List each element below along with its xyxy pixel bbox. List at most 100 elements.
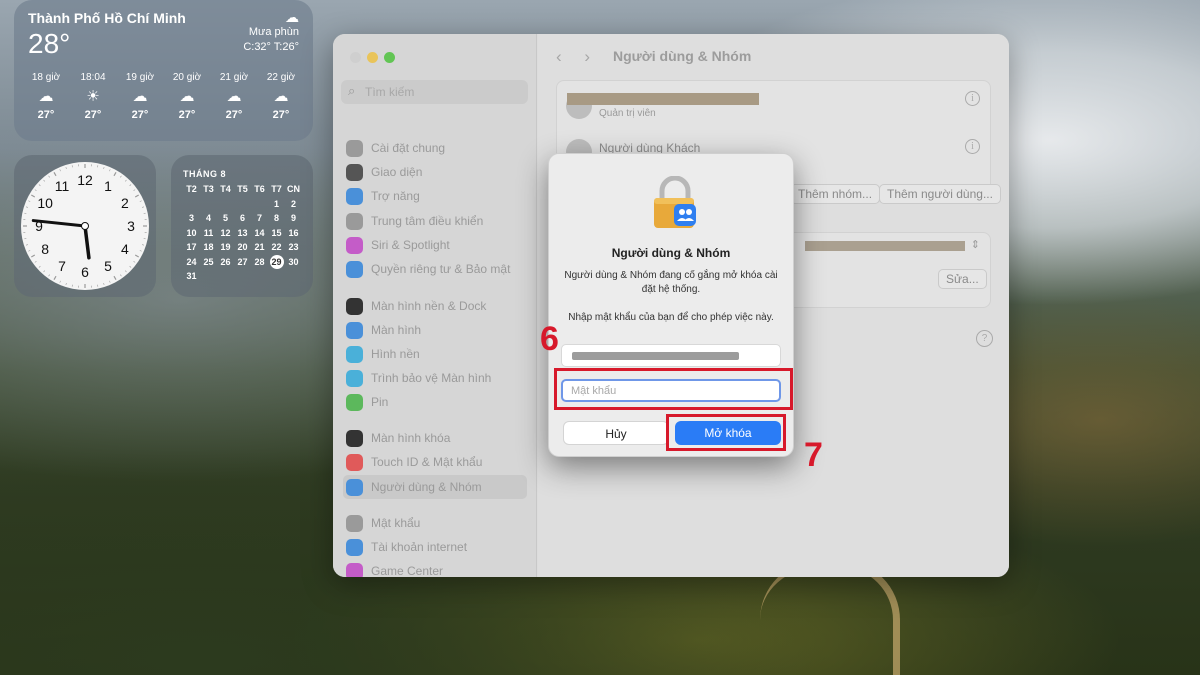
hour-temp: 27° — [131, 109, 149, 121]
calendar-day: 28 — [254, 256, 265, 267]
calendar-day: 20 — [237, 242, 248, 253]
weekday-label: CN — [287, 184, 300, 195]
calendar-day — [217, 197, 234, 212]
clock-number: 6 — [81, 264, 89, 280]
calendar-day: 26 — [220, 256, 231, 267]
clock-widget[interactable]: 12 1 2 3 4 5 6 7 8 9 10 11 — [14, 155, 156, 297]
sidebar-item[interactable]: Quyền riêng tư & Bảo mật — [343, 257, 527, 281]
calendar-day: 15 — [271, 227, 282, 238]
info-icon[interactable]: i — [965, 139, 980, 154]
gear-icon — [346, 139, 363, 157]
clock-number: 10 — [37, 195, 53, 211]
redacted-username — [572, 352, 739, 360]
hour-label: 19 giờ — [125, 72, 155, 83]
calendar-day: 17 — [186, 242, 197, 253]
sidebar-item[interactable]: Cài đặt chung — [343, 136, 527, 160]
weekday-label: T3 — [203, 184, 214, 195]
hour-temp: 27° — [178, 109, 196, 121]
add-group-button[interactable]: Thêm nhóm... — [790, 184, 881, 204]
fingerprint-icon — [346, 453, 363, 471]
clock-number: 2 — [121, 195, 129, 211]
weather-hour: 18:04 ☀ 27° — [71, 72, 115, 121]
weather-range: C:32° T:26° — [243, 41, 299, 53]
calendar-day: 30 — [288, 256, 299, 267]
calendar-grid: T2 T3 T4 T5 T6 T7 CN 1 2 3 4 5 6 7 8 9 10 11 12 13 14… — [183, 182, 302, 284]
sidebar-item[interactable]: Game Center — [343, 559, 527, 577]
sidebar-item[interactable]: Màn hình — [343, 318, 527, 342]
sidebar-item[interactable]: Mật khẩu — [343, 511, 527, 535]
weather-hour: 20 giờ ☁ 27° — [165, 72, 209, 121]
password-highlight-box — [554, 368, 793, 410]
sidebar-item[interactable]: Hình nền — [343, 342, 527, 366]
calendar-day — [183, 197, 200, 212]
calendar-widget[interactable]: THÁNG 8 T2 T3 T4 T5 T6 T7 CN 1 2 3 4 5 6 7 8 9 10… — [171, 155, 313, 297]
calendar-day — [234, 197, 251, 212]
forward-icon[interactable]: › — [584, 47, 590, 66]
redacted-value — [805, 241, 965, 251]
calendar-day: 24 — [186, 256, 197, 267]
sidebar-item[interactable]: Màn hình nền & Dock — [343, 294, 527, 318]
weather-widget[interactable]: Thành Phố Hồ Chí Minh 28° ☁ Mưa phùn C:3… — [14, 0, 313, 141]
info-icon[interactable]: i — [965, 91, 980, 106]
sidebar-item[interactable]: Trình bảo vệ Màn hình — [343, 366, 527, 390]
sidebar-item[interactable]: Màn hình khóa — [343, 426, 527, 450]
close-window-button[interactable] — [350, 52, 361, 63]
dialog-title: Người dùng & Nhóm — [611, 246, 731, 260]
sidebar-item-label: Tài khoản internet — [371, 540, 468, 554]
username-field[interactable] — [561, 344, 781, 367]
rain-cloud-icon: ☁ — [38, 88, 54, 105]
lock-screen-icon — [346, 429, 363, 447]
sidebar-item-label: Màn hình — [371, 323, 422, 337]
zoom-window-button[interactable] — [384, 52, 395, 63]
calendar-day: 21 — [254, 242, 265, 253]
weather-hour: 22 giờ ☁ 27° — [259, 72, 303, 121]
sidebar-item[interactable]: Người dùng & Nhóm — [343, 475, 527, 499]
sidebar-item-label: Game Center — [371, 564, 444, 577]
key-icon — [346, 514, 363, 532]
sidebar-item[interactable]: Tài khoản internet — [343, 535, 527, 559]
weather-hour: 21 giờ ☁ 27° — [212, 72, 256, 121]
today-marker: 29 — [269, 254, 284, 269]
step-6-label: 6 — [540, 320, 559, 358]
back-icon[interactable]: ‹ — [556, 47, 562, 66]
calendar-day: 22 — [271, 242, 282, 253]
calendar-days: 1 2 3 4 5 6 7 8 9 10 11 12 13 14 15 16 17 18 19 20 21 22 23 24 2… — [183, 197, 302, 284]
weekday-label: T2 — [186, 184, 197, 195]
dock-icon — [346, 297, 363, 315]
sidebar-item[interactable]: Pin — [343, 390, 527, 414]
calendar-day: 29 — [268, 254, 285, 270]
edit-button[interactable]: Sửa... — [938, 269, 987, 289]
add-user-button[interactable]: Thêm người dùng... — [879, 184, 1001, 204]
sidebar-item[interactable]: Trợ năng — [343, 184, 527, 208]
calendar-day — [285, 269, 302, 284]
sidebar: ⌕ Tìm kiếm Cài đặt chung Giao diện Trợ năn… — [333, 34, 537, 577]
calendar-month: THÁNG 8 — [183, 169, 227, 179]
chevron-updown-icon[interactable]: ⇕ — [971, 238, 980, 251]
sidebar-search[interactable]: ⌕ Tìm kiếm — [341, 80, 528, 104]
users-icon — [346, 478, 363, 496]
search-placeholder: Tìm kiếm — [365, 85, 415, 99]
calendar-day — [251, 269, 268, 284]
weather-condition-block: ☁ Mưa phùn C:32° T:26° — [243, 10, 299, 55]
clock-number: 11 — [55, 178, 70, 194]
calendar-day: 25 — [203, 256, 214, 267]
calendar-day: 13 — [237, 227, 248, 238]
minimize-window-button[interactable] — [367, 52, 378, 63]
sidebar-item[interactable]: Trung tâm điều khiển — [343, 209, 527, 233]
cancel-button[interactable]: Hủy — [563, 421, 669, 445]
sidebar-item[interactable]: Siri & Spotlight — [343, 233, 527, 257]
admin-role: Quản trị viên — [599, 108, 656, 119]
hour-label: 21 giờ — [219, 72, 249, 83]
sidebar-item[interactable]: Touch ID & Mật khẩu — [343, 450, 527, 474]
sidebar-item[interactable]: Giao diện — [343, 160, 527, 184]
calendar-day: 2 — [290, 198, 296, 209]
page-title: Người dùng & Nhóm — [613, 48, 752, 64]
help-button[interactable]: ? — [976, 330, 993, 347]
sidebar-item-label: Cài đặt chung — [371, 141, 446, 155]
calendar-day: 4 — [205, 213, 211, 224]
weather-hours: 18 giờ ☁ 27° 18:04 ☀ 27° 19 giờ ☁ 27° 20 giờ ☁ 2… — [24, 72, 303, 121]
calendar-day: 27 — [237, 256, 248, 267]
calendar-day: 6 — [239, 213, 245, 224]
calendar-day: 3 — [188, 213, 194, 224]
sidebar-item-label: Touch ID & Mật khẩu — [371, 455, 483, 469]
